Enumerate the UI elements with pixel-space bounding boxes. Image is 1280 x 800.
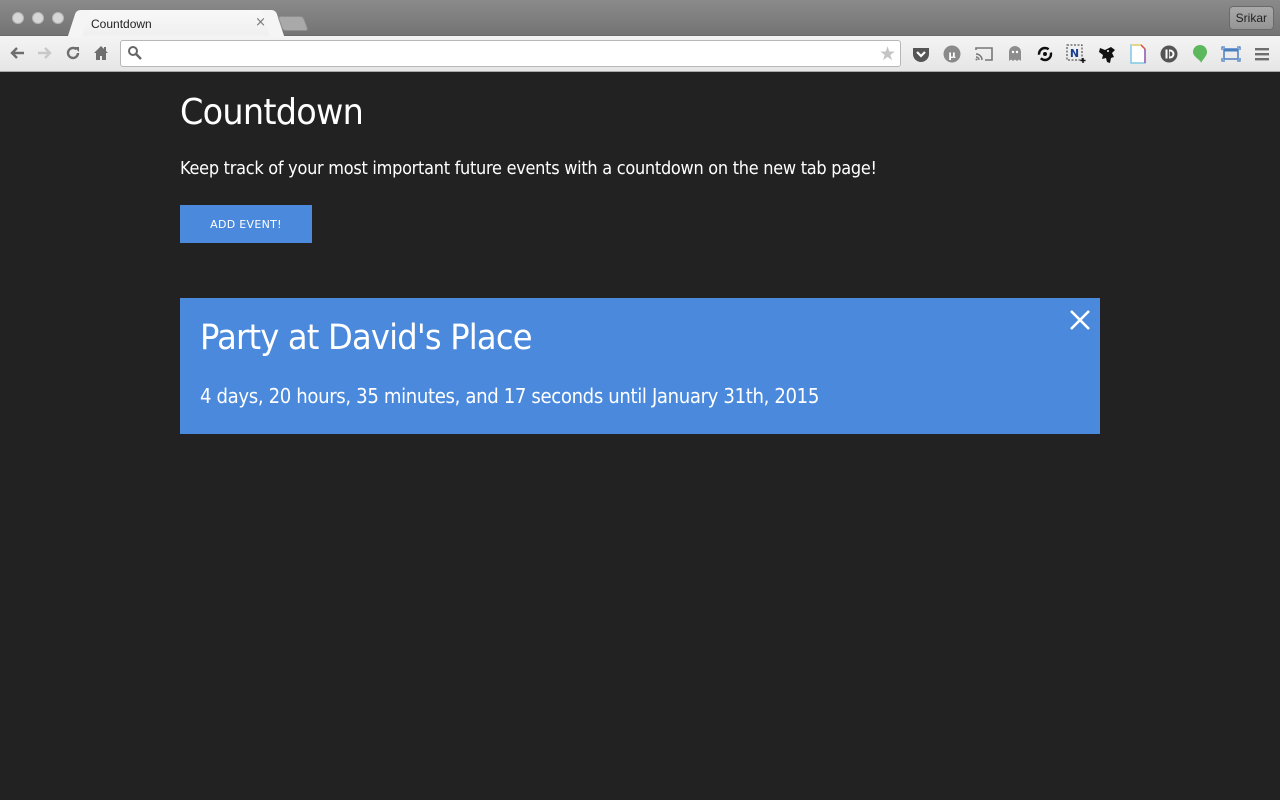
sync-icon[interactable] xyxy=(1035,44,1055,64)
cast-icon[interactable] xyxy=(974,44,994,64)
address-bar[interactable]: ★ xyxy=(120,40,901,67)
ninja-icon[interactable] xyxy=(1097,44,1117,64)
maximize-window-button[interactable] xyxy=(52,12,64,24)
svg-text:µ: µ xyxy=(948,50,956,61)
browser-tab-active[interactable]: Countdown × xyxy=(78,10,274,37)
pocket-icon[interactable] xyxy=(911,44,931,64)
disconnect-icon[interactable] xyxy=(1159,44,1179,64)
document-icon[interactable] xyxy=(1128,44,1148,64)
home-button[interactable] xyxy=(90,42,112,64)
notes-clipper-icon[interactable]: N xyxy=(1066,44,1086,64)
screen-capture-icon[interactable] xyxy=(1221,44,1241,64)
bookmark-star-icon[interactable]: ★ xyxy=(879,43,896,65)
menu-icon[interactable] xyxy=(1252,44,1272,64)
add-event-button[interactable]: ADD EVENT! xyxy=(180,205,312,243)
reload-button[interactable] xyxy=(62,42,84,64)
page-title: Countdown xyxy=(180,92,364,133)
forward-arrow-icon xyxy=(38,47,52,59)
svg-text:N: N xyxy=(1070,47,1079,60)
page-content: Countdown Keep track of your most import… xyxy=(0,72,1280,800)
browser-titlebar: Countdown × Srikar xyxy=(0,0,1280,37)
ghostery-icon[interactable] xyxy=(1005,44,1025,64)
home-icon xyxy=(94,46,108,60)
new-tab-button[interactable] xyxy=(277,16,309,31)
utorrent-icon[interactable]: µ xyxy=(942,44,962,64)
page-description: Keep track of your most important future… xyxy=(180,158,877,179)
event-title: Party at David's Place xyxy=(200,318,533,358)
profile-button[interactable]: Srikar xyxy=(1228,6,1274,30)
reload-icon xyxy=(66,46,80,60)
search-icon xyxy=(128,46,142,60)
forward-button[interactable] xyxy=(34,42,56,64)
evernote-balloon-icon[interactable] xyxy=(1190,44,1210,64)
close-window-button[interactable] xyxy=(12,12,24,24)
event-card: Party at David's Place 4 days, 20 hours,… xyxy=(180,298,1100,434)
back-button[interactable] xyxy=(6,42,28,64)
tab-close-icon[interactable]: × xyxy=(255,15,266,30)
tab-title: Countdown xyxy=(91,17,152,31)
address-input[interactable] xyxy=(149,41,879,66)
minimize-window-button[interactable] xyxy=(32,12,44,24)
browser-toolbar: ★ µ N xyxy=(0,36,1280,72)
event-countdown: 4 days, 20 hours, 35 minutes, and 17 sec… xyxy=(200,384,819,408)
delete-event-close-icon[interactable] xyxy=(1068,308,1092,332)
back-arrow-icon xyxy=(10,47,24,59)
